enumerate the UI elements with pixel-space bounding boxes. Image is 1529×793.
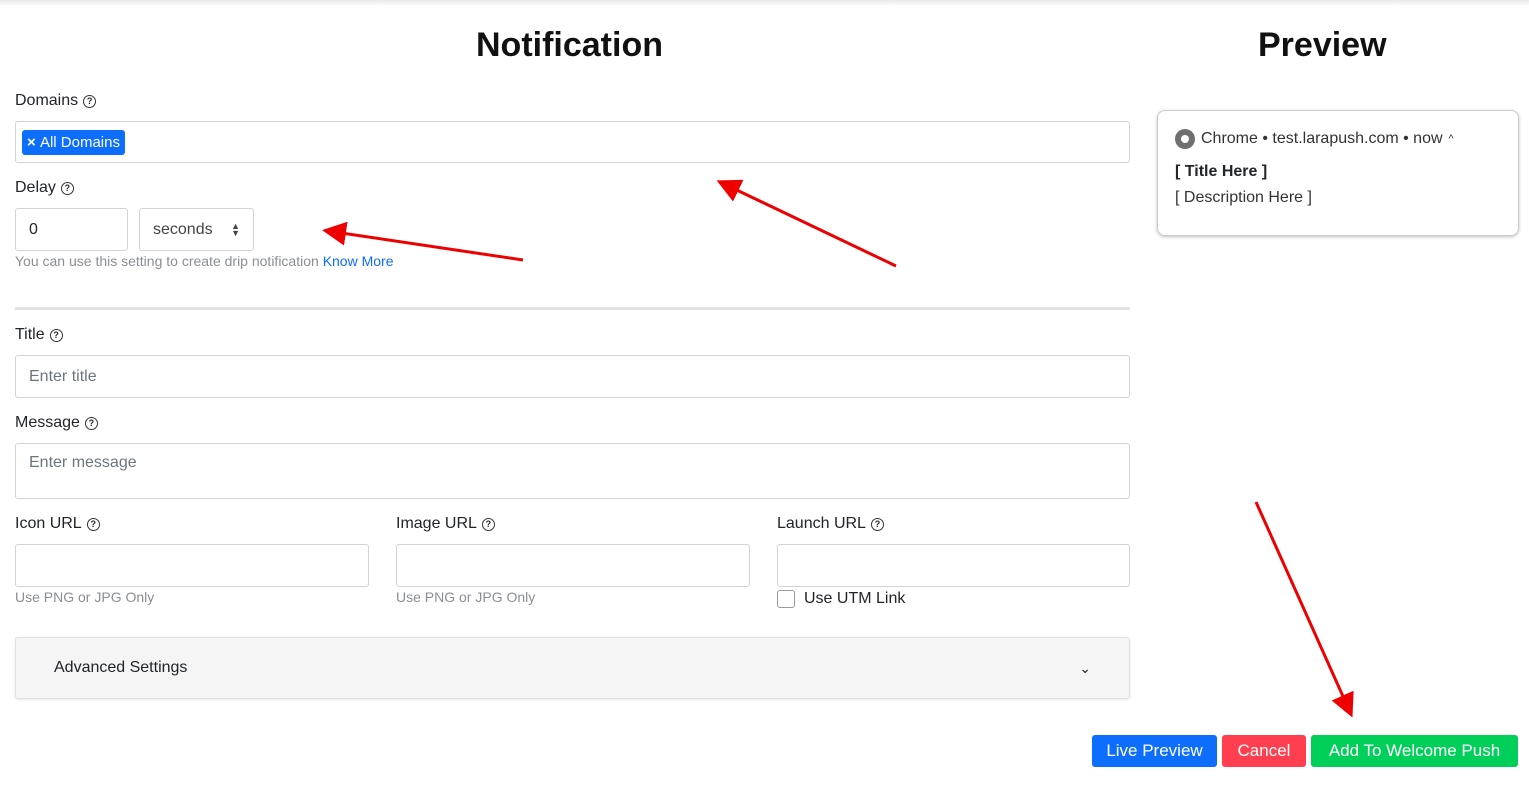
arrow-annotation	[716, 179, 897, 268]
arrow-annotation	[322, 221, 524, 262]
annotation-arrows	[322, 179, 1354, 718]
arrow-annotation	[1254, 501, 1354, 718]
